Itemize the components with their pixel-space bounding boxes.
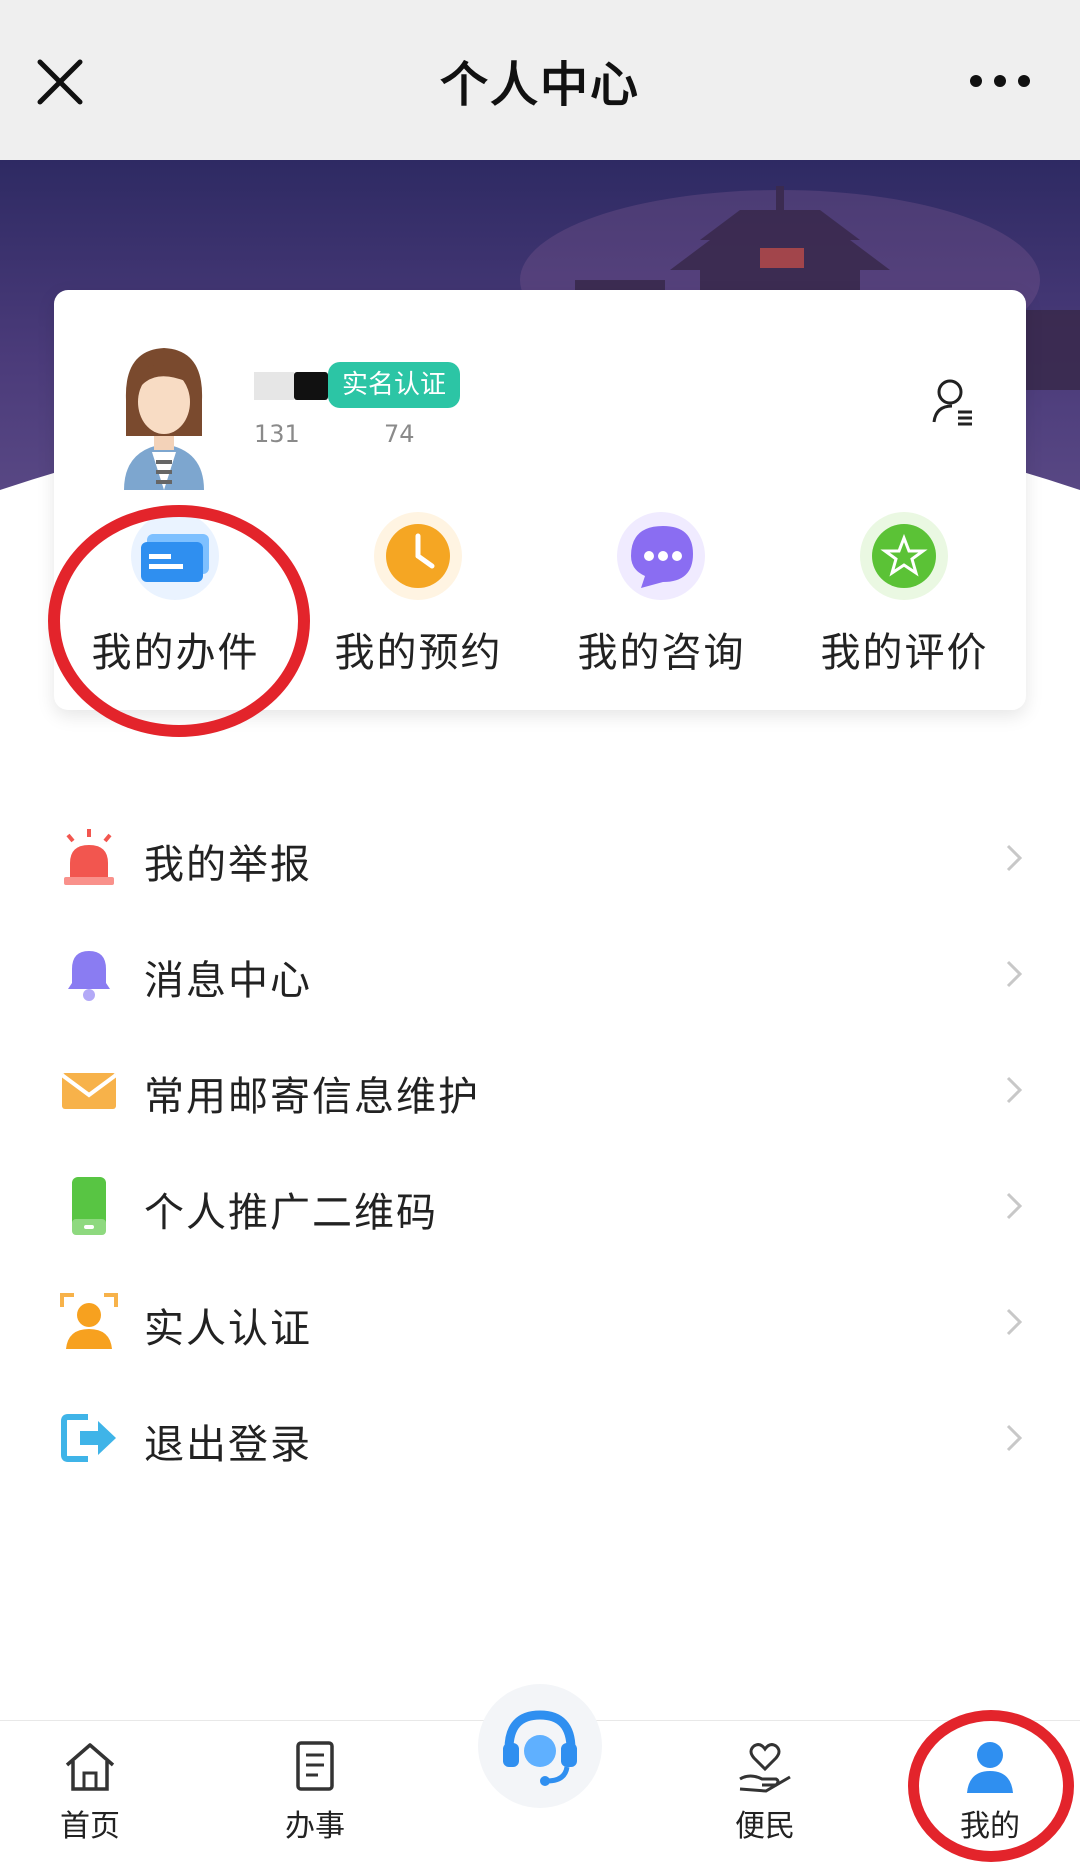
menu-item-label: 退出登录 — [144, 1422, 312, 1468]
stat-value-1: 131 — [254, 420, 300, 448]
menu-item-logout[interactable]: 退出登录 — [0, 1380, 1080, 1496]
close-icon[interactable] — [30, 52, 90, 112]
document-icon — [286, 1739, 344, 1795]
menu-item-face-verification[interactable]: 实人认证 — [0, 1264, 1080, 1380]
tab-label: 首页 — [60, 1809, 120, 1844]
tab-home[interactable]: 首页 — [30, 1739, 150, 1845]
stat-value-2: 74 — [384, 420, 415, 448]
heart-hand-icon — [736, 1739, 794, 1795]
menu-item-label: 实人认证 — [144, 1306, 312, 1352]
logout-icon — [58, 1407, 120, 1469]
headset-service-icon[interactable] — [478, 1684, 602, 1808]
avatar[interactable] — [104, 340, 224, 490]
page-title: 个人中心 — [439, 57, 640, 113]
chevron-right-icon — [1004, 958, 1024, 990]
chevron-right-icon — [1004, 1306, 1024, 1338]
personal-center-screen: 个人中心 实名认证 131 74 我的办件 我的预约 我的咨询 我的评价 我的举… — [0, 0, 1080, 1864]
quick-action-my-appointments[interactable]: 我的预约 — [297, 500, 540, 680]
more-dots-icon[interactable] — [970, 66, 1040, 96]
star-icon — [854, 500, 954, 600]
menu-item-message-center[interactable]: 消息中心 — [0, 916, 1080, 1032]
highlight-ring-mine-tab — [908, 1710, 1074, 1862]
highlight-ring-my-cases — [48, 505, 310, 737]
user-settings-icon[interactable] — [930, 376, 978, 428]
chevron-right-icon — [1004, 1190, 1024, 1222]
menu-item-qr-promotion[interactable]: 个人推广二维码 — [0, 1148, 1080, 1264]
menu-item-label: 个人推广二维码 — [144, 1190, 438, 1236]
envelope-icon — [58, 1059, 120, 1121]
tab-services[interactable]: 办事 — [255, 1739, 375, 1845]
chevron-right-icon — [1004, 842, 1024, 874]
menu-item-my-reports[interactable]: 我的举报 — [0, 800, 1080, 916]
chat-bubble-icon — [611, 500, 711, 600]
chevron-right-icon — [1004, 1422, 1024, 1454]
phone-icon — [58, 1175, 120, 1237]
top-navigation-bar: 个人中心 — [0, 0, 1080, 160]
menu-item-label: 常用邮寄信息维护 — [144, 1074, 480, 1120]
quick-action-my-consultations[interactable]: 我的咨询 — [540, 500, 783, 680]
tab-label: 便民 — [735, 1809, 795, 1844]
quick-action-label: 我的预约 — [334, 630, 503, 676]
quick-action-label: 我的评价 — [820, 630, 989, 676]
bell-icon — [58, 943, 120, 1005]
alarm-light-icon — [58, 827, 120, 889]
menu-item-label: 我的举报 — [144, 842, 312, 888]
quick-action-my-reviews[interactable]: 我的评价 — [783, 500, 1026, 680]
chevron-right-icon — [1004, 1074, 1024, 1106]
settings-menu-list: 我的举报 消息中心 常用邮寄信息维护 个人推广二维码 实人认证 退出登录 — [0, 800, 1080, 1496]
tab-convenience[interactable]: 便民 — [705, 1739, 825, 1845]
verified-badge: 实名认证 — [328, 362, 461, 408]
quick-action-label: 我的咨询 — [577, 630, 746, 676]
face-scan-icon — [58, 1291, 120, 1353]
tab-label: 办事 — [285, 1809, 345, 1844]
home-icon — [61, 1739, 119, 1795]
clock-icon — [368, 500, 468, 600]
username-redacted — [254, 372, 328, 402]
menu-item-label: 消息中心 — [144, 958, 312, 1004]
menu-item-mailing-info[interactable]: 常用邮寄信息维护 — [0, 1032, 1080, 1148]
